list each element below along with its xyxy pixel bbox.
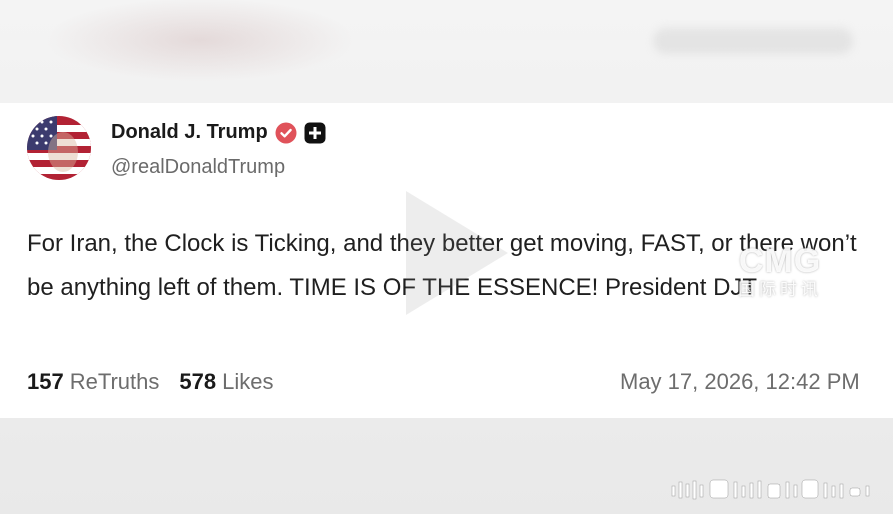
likes-label: Likes: [222, 369, 274, 394]
author-name-row: Donald J. Trump: [111, 121, 326, 144]
retruths-stat[interactable]: 157 ReTruths: [27, 369, 159, 395]
author-handle[interactable]: @realDonaldTrump: [111, 156, 285, 179]
video-frame: Donald J. Trump @realDonaldTrump For Ira…: [0, 0, 893, 514]
cmg-watermark: CMG 国际时讯: [738, 243, 822, 301]
watermark-subtitle: 国际时讯: [738, 280, 822, 299]
retruths-label: ReTruths: [69, 369, 160, 394]
likes-stat[interactable]: 578 Likes: [179, 369, 273, 395]
retruths-count: 157: [27, 369, 64, 394]
avatar[interactable]: [27, 116, 91, 180]
verified-badge-icon: [275, 122, 297, 144]
watermark-logo: CMG: [738, 242, 822, 280]
avatar-image: [27, 116, 91, 180]
engagement-stats: 157 ReTruths 578 Likes: [27, 369, 273, 395]
blurred-background-caption: [653, 28, 853, 54]
audio-waveform-icon: [671, 479, 870, 500]
post-timestamp: May 17, 2026, 12:42 PM: [620, 369, 860, 394]
author-name[interactable]: Donald J. Trump: [111, 121, 268, 144]
likes-count: 578: [179, 369, 217, 394]
plus-badge-icon: [304, 122, 326, 144]
play-icon[interactable]: [396, 183, 516, 323]
